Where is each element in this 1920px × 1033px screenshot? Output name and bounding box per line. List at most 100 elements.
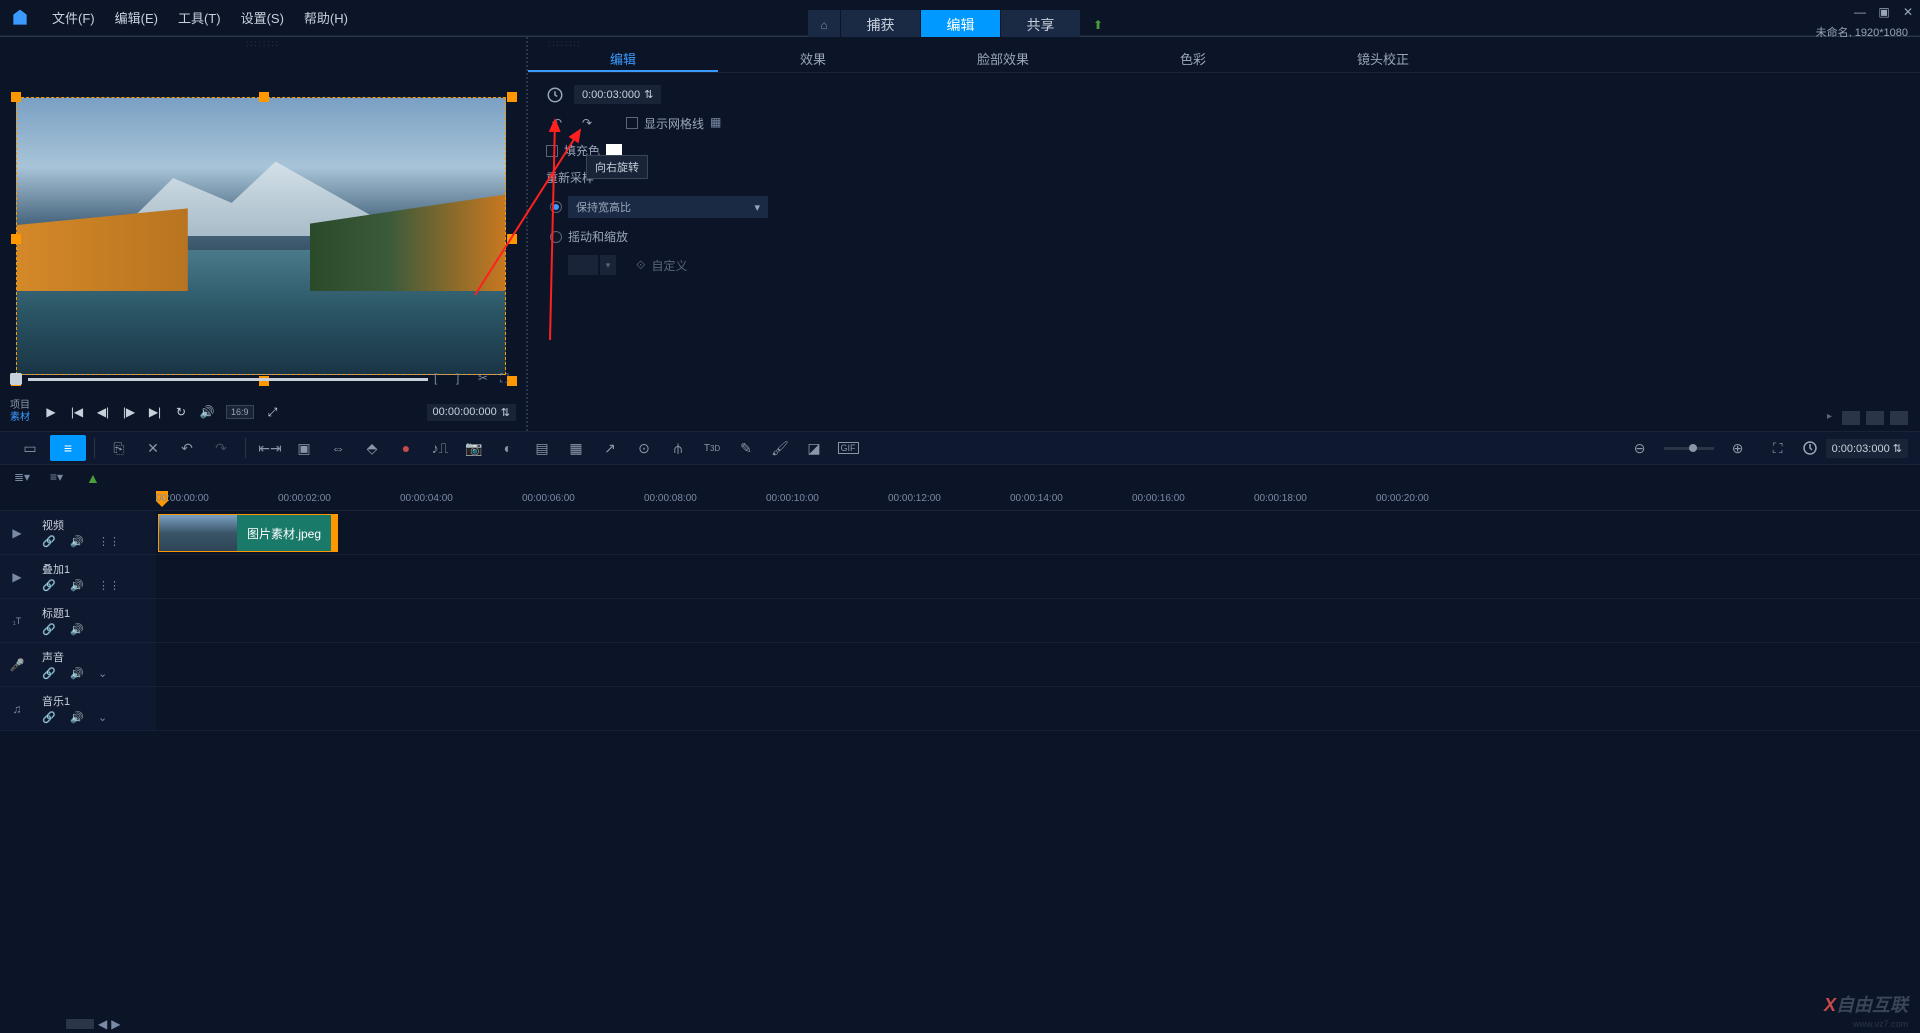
tab-lens[interactable]: 镜头校正: [1288, 43, 1478, 72]
seek-bar[interactable]: [ ] ✂ ⛶: [10, 369, 516, 389]
keep-aspect-radio[interactable]: [550, 201, 562, 213]
mask-icon[interactable]: ◪: [798, 435, 830, 461]
fit-timeline-icon[interactable]: ⛶: [1762, 435, 1794, 461]
panel-layout-icon[interactable]: [1866, 411, 1884, 425]
track-content[interactable]: [156, 643, 1920, 686]
tab-color[interactable]: 色彩: [1098, 43, 1288, 72]
timeline-ruler[interactable]: 00:00:00:0000:00:02:0000:00:04:0000:00:0…: [0, 491, 1920, 511]
stretch-icon[interactable]: ⇔: [322, 435, 354, 461]
mute-icon[interactable]: 🔊: [70, 667, 84, 681]
menu-edit[interactable]: 编辑(E): [107, 4, 166, 31]
resize-tool-icon[interactable]: ⤢: [264, 403, 282, 421]
track-content[interactable]: 图片素材.jpeg: [156, 511, 1920, 554]
lock-icon[interactable]: ⋮⋮: [98, 579, 112, 593]
fullscreen-icon[interactable]: ⛶: [500, 371, 516, 387]
preview-image[interactable]: [16, 97, 506, 375]
add-track-icon[interactable]: ▲: [86, 470, 100, 486]
link-icon[interactable]: 🔗: [42, 711, 56, 725]
resize-handle[interactable]: [507, 234, 517, 244]
zoom-slider[interactable]: [1664, 447, 1714, 450]
goto-start-button[interactable]: |◀: [68, 403, 86, 421]
resize-handle[interactable]: [11, 234, 21, 244]
next-frame-button[interactable]: |▶: [120, 403, 138, 421]
track-content[interactable]: [156, 687, 1920, 730]
video-track-icon[interactable]: ▶: [0, 511, 34, 554]
grid-icon[interactable]: ▦: [560, 435, 592, 461]
timeline-scrollbar[interactable]: ◀ ▶: [0, 1015, 1920, 1033]
close-button[interactable]: ✕: [1900, 4, 1916, 20]
project-source-toggle[interactable]: 项目 素材: [10, 400, 30, 424]
panel-layout-icon[interactable]: [1890, 411, 1908, 425]
drag-handle-icon[interactable]: ::::::::: [246, 39, 280, 48]
link-icon[interactable]: 🔗: [42, 623, 56, 637]
preview-canvas-wrap[interactable]: [16, 97, 512, 381]
timeline-duration[interactable]: 0:00:03:000 ⇅: [1826, 439, 1908, 458]
mute-icon[interactable]: 🔊: [70, 535, 84, 549]
prev-frame-button[interactable]: ◀|: [94, 403, 112, 421]
menu-help[interactable]: 帮助(H): [296, 4, 356, 31]
motion-icon[interactable]: ↗: [594, 435, 626, 461]
transition-icon[interactable]: ◐: [492, 435, 524, 461]
link-icon[interactable]: 🔗: [42, 535, 56, 549]
scroll-thumb[interactable]: [66, 1019, 94, 1029]
rotate-left-button[interactable]: ↶: [546, 114, 568, 132]
zoom-in-button[interactable]: ⊕: [1722, 435, 1754, 461]
marker-icon[interactable]: ⬘: [356, 435, 388, 461]
title-track-icon[interactable]: ₁T: [0, 599, 34, 642]
zoom-out-button[interactable]: ⊖: [1624, 435, 1656, 461]
expand-icon[interactable]: ⌄: [98, 711, 112, 725]
mode-share[interactable]: 共享: [1000, 10, 1080, 40]
pan-zoom-radio[interactable]: [550, 231, 562, 243]
music-track-icon[interactable]: ♫: [0, 687, 34, 730]
mute-icon[interactable]: 🔊: [70, 579, 84, 593]
mode-edit[interactable]: 编辑: [920, 10, 1000, 40]
seek-handle[interactable]: [10, 373, 22, 385]
crop-icon[interactable]: ▣: [288, 435, 320, 461]
list-icon[interactable]: ≣▾: [14, 470, 30, 486]
scroll-left-icon[interactable]: ◀: [98, 1017, 107, 1031]
slideshow-icon[interactable]: ▤: [526, 435, 558, 461]
copy-icon[interactable]: ⎘: [103, 435, 135, 461]
mute-icon[interactable]: 🔊: [70, 623, 84, 637]
split-icon[interactable]: ✂: [478, 371, 494, 387]
preset-dropdown-icon[interactable]: ▾: [600, 255, 616, 275]
paint-icon[interactable]: 🖌: [764, 435, 796, 461]
drag-handle-icon[interactable]: ::::::::: [548, 39, 582, 48]
ripple-in-icon[interactable]: ⇤⇥: [254, 435, 286, 461]
resize-handle[interactable]: [259, 92, 269, 102]
menu-settings[interactable]: 设置(S): [233, 4, 292, 31]
subtitle-icon[interactable]: ✎: [730, 435, 762, 461]
play-button[interactable]: ▶: [42, 403, 60, 421]
resize-handle[interactable]: [507, 92, 517, 102]
resize-handle[interactable]: [11, 92, 21, 102]
goto-end-button[interactable]: ▶|: [146, 403, 164, 421]
maximize-button[interactable]: ▣: [1876, 4, 1892, 20]
audio-edit-icon[interactable]: ♪⎍: [424, 435, 456, 461]
aspect-ratio[interactable]: 16:9: [226, 405, 254, 419]
3d-title-icon[interactable]: T3D: [696, 435, 728, 461]
voice-track-icon[interactable]: 🎤: [0, 643, 34, 686]
snapshot-icon[interactable]: 📷: [458, 435, 490, 461]
panel-layout-icon[interactable]: [1842, 411, 1860, 425]
mode-capture[interactable]: 捕获: [840, 10, 920, 40]
expand-icon[interactable]: ⌄: [98, 667, 112, 681]
minimize-button[interactable]: —: [1852, 4, 1868, 20]
keep-aspect-dropdown[interactable]: 保持宽高比▾: [568, 196, 768, 218]
menu-file[interactable]: 文件(F): [44, 4, 103, 31]
clip-edge-handle[interactable]: [331, 514, 337, 552]
track-content[interactable]: [156, 555, 1920, 598]
rotate-right-button[interactable]: ↷: [576, 114, 598, 132]
undo-button[interactable]: ↶: [171, 435, 203, 461]
link-icon[interactable]: 🔗: [42, 579, 56, 593]
tools-icon[interactable]: ✕: [137, 435, 169, 461]
video-clip[interactable]: 图片素材.jpeg: [158, 514, 338, 552]
track-content[interactable]: [156, 599, 1920, 642]
multi-trim-icon[interactable]: ⫛: [662, 435, 694, 461]
mark-out-icon[interactable]: ]: [456, 371, 472, 387]
scroll-right-icon[interactable]: ▶: [111, 1017, 120, 1031]
record-icon[interactable]: ●: [390, 435, 422, 461]
mute-icon[interactable]: 🔊: [70, 711, 84, 725]
redo-button[interactable]: ↷: [205, 435, 237, 461]
duration-input[interactable]: 0:00:03:000⇅: [574, 85, 661, 104]
custom-button[interactable]: ⟐自定义: [636, 257, 687, 274]
